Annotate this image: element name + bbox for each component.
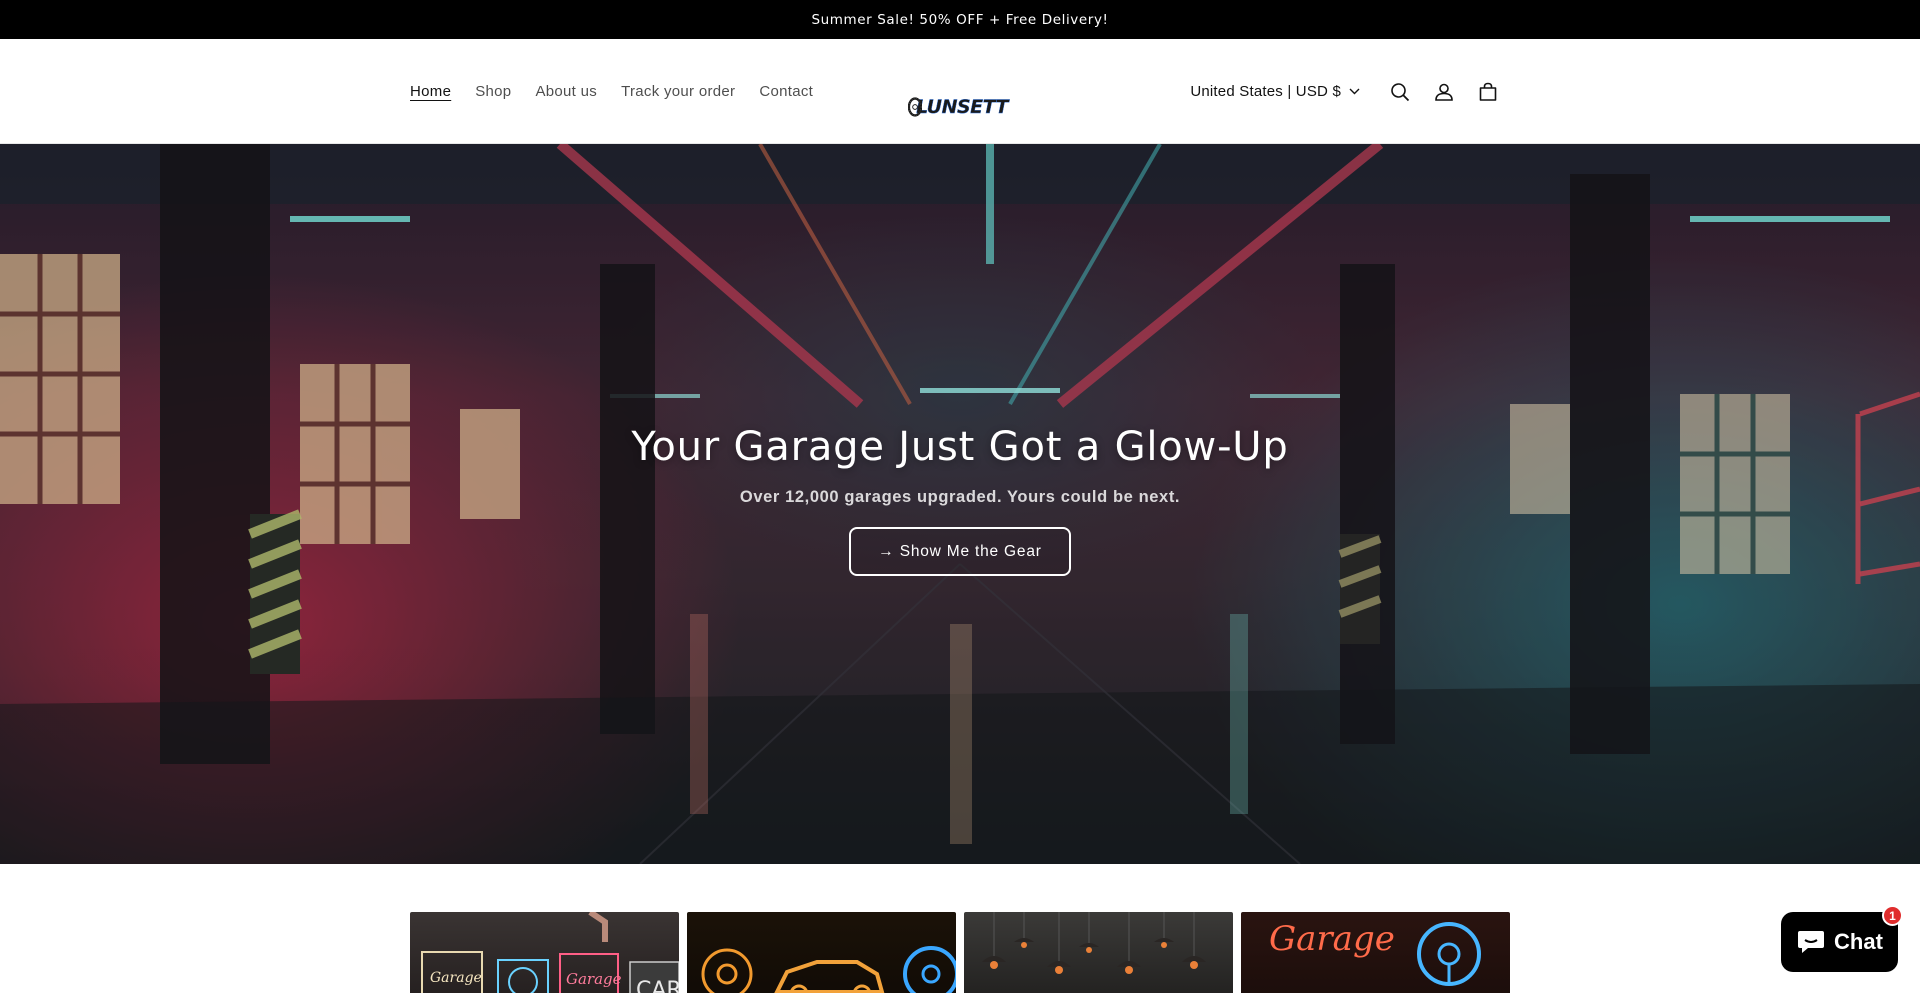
- neon-sign-text-1: Garage: [430, 970, 482, 986]
- country-currency-selector[interactable]: United States | USD $: [1190, 83, 1360, 100]
- announcement-text: Summer Sale! 50% OFF + Free Delivery!: [811, 11, 1109, 28]
- nav-shop[interactable]: Shop: [463, 83, 523, 100]
- hero-banner: Your Garage Just Got a Glow-Up Over 12,0…: [0, 144, 1920, 864]
- account-button[interactable]: [1422, 70, 1466, 114]
- collection-card[interactable]: Garage Garage CAR: [410, 912, 679, 993]
- search-button[interactable]: [1378, 70, 1422, 114]
- site-logo[interactable]: LUNSETT: [908, 85, 1009, 129]
- search-icon: [1391, 82, 1410, 101]
- chat-bubble-icon: [1798, 931, 1825, 953]
- chevron-down-icon: [1349, 88, 1360, 95]
- chat-button[interactable]: Chat: [1781, 912, 1898, 972]
- tire-logo-icon: [908, 97, 923, 117]
- neon-sign-text-2: Garage: [566, 970, 622, 988]
- hero-title: Your Garage Just Got a Glow-Up: [631, 424, 1289, 470]
- neon-garage-signs-image: Garage Garage CAR: [421, 912, 679, 993]
- localization-label: United States | USD $: [1190, 83, 1341, 100]
- cart-icon: [1479, 82, 1497, 101]
- neon-sign-text-3: CAR: [636, 978, 679, 993]
- show-me-the-gear-button[interactable]: → Show Me the Gear: [849, 527, 1071, 576]
- cart-button[interactable]: [1466, 70, 1510, 114]
- nav-home[interactable]: Home: [410, 83, 463, 100]
- collection-card[interactable]: Garage: [1241, 912, 1510, 993]
- hero-subtitle: Over 12,000 garages upgraded. Yours coul…: [739, 488, 1181, 506]
- announcement-bar: Summer Sale! 50% OFF + Free Delivery!: [0, 0, 1920, 39]
- logo-text: LUNSETT: [916, 96, 1009, 118]
- chat-notification-badge: 1: [1882, 905, 1903, 926]
- nav-about-us[interactable]: About us: [523, 83, 609, 100]
- hero-content: Your Garage Just Got a Glow-Up Over 12,0…: [0, 424, 1920, 576]
- neon-garage-text: Garage: [1269, 919, 1395, 959]
- nav-track-order[interactable]: Track your order: [609, 83, 747, 100]
- neon-car-icons-image: [701, 946, 956, 993]
- collection-grid: Garage Garage CAR Garage: [410, 912, 1510, 993]
- main-nav: Home Shop About us Track your order Cont…: [410, 39, 825, 144]
- collection-card[interactable]: [687, 912, 956, 993]
- pendant-lamps-image: [982, 912, 1206, 974]
- site-header: Home Shop About us Track your order Cont…: [0, 39, 1920, 144]
- header-actions: United States | USD $: [1190, 39, 1510, 144]
- account-icon: [1435, 83, 1453, 101]
- nav-contact[interactable]: Contact: [747, 83, 825, 100]
- neon-garage-sign-image: Garage: [1269, 919, 1481, 986]
- collection-card[interactable]: [964, 912, 1233, 993]
- chat-label: Chat: [1834, 929, 1883, 954]
